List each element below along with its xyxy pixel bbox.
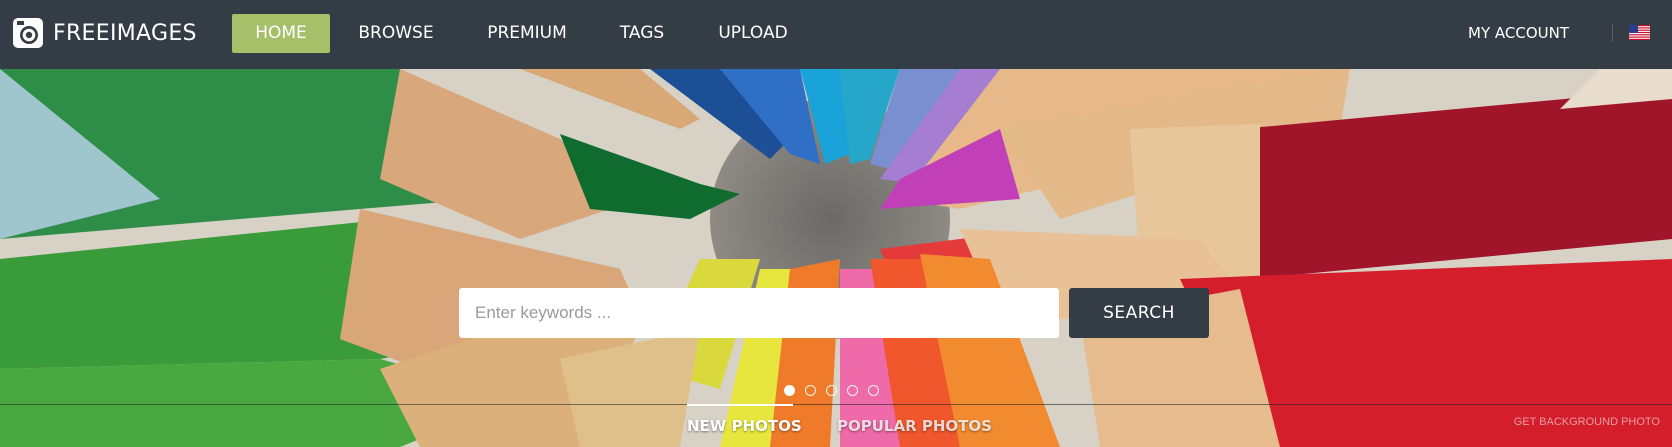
brand-name: FREEIMAGES	[53, 20, 197, 46]
carousel-dot-4[interactable]	[847, 385, 858, 396]
nav-tags[interactable]: TAGS	[614, 14, 670, 53]
carousel-dot-2[interactable]	[805, 385, 816, 396]
nav-premium[interactable]: PREMIUM	[482, 14, 572, 53]
active-tab-underline	[687, 404, 793, 406]
my-account-link[interactable]: MY ACCOUNT	[1468, 14, 1569, 53]
top-navbar: FREEIMAGES HOME BROWSE PREMIUM TAGS UPLO…	[0, 0, 1672, 69]
nav-browse[interactable]: BROWSE	[356, 14, 436, 53]
nav-upload[interactable]: UPLOAD	[716, 14, 790, 53]
us-flag-icon[interactable]	[1629, 25, 1650, 40]
tab-popular-photos[interactable]: POPULAR PHOTOS	[837, 410, 992, 442]
carousel-dots	[784, 385, 879, 396]
search-input[interactable]	[459, 288, 1059, 338]
carousel-dot-1[interactable]	[784, 385, 795, 396]
carousel-dot-3[interactable]	[826, 385, 837, 396]
camera-icon	[13, 18, 43, 48]
tabs-divider-line	[0, 404, 1672, 405]
tab-new-photos[interactable]: NEW PHOTOS	[687, 410, 802, 442]
nav-home[interactable]: HOME	[232, 14, 330, 53]
carousel-dot-5[interactable]	[868, 385, 879, 396]
nav-divider	[1612, 24, 1613, 42]
search-button[interactable]: SEARCH	[1069, 288, 1209, 338]
background-credit-link[interactable]: GET BACKGROUND PHOTO	[1514, 416, 1660, 428]
brand-logo[interactable]: FREEIMAGES	[12, 17, 197, 49]
